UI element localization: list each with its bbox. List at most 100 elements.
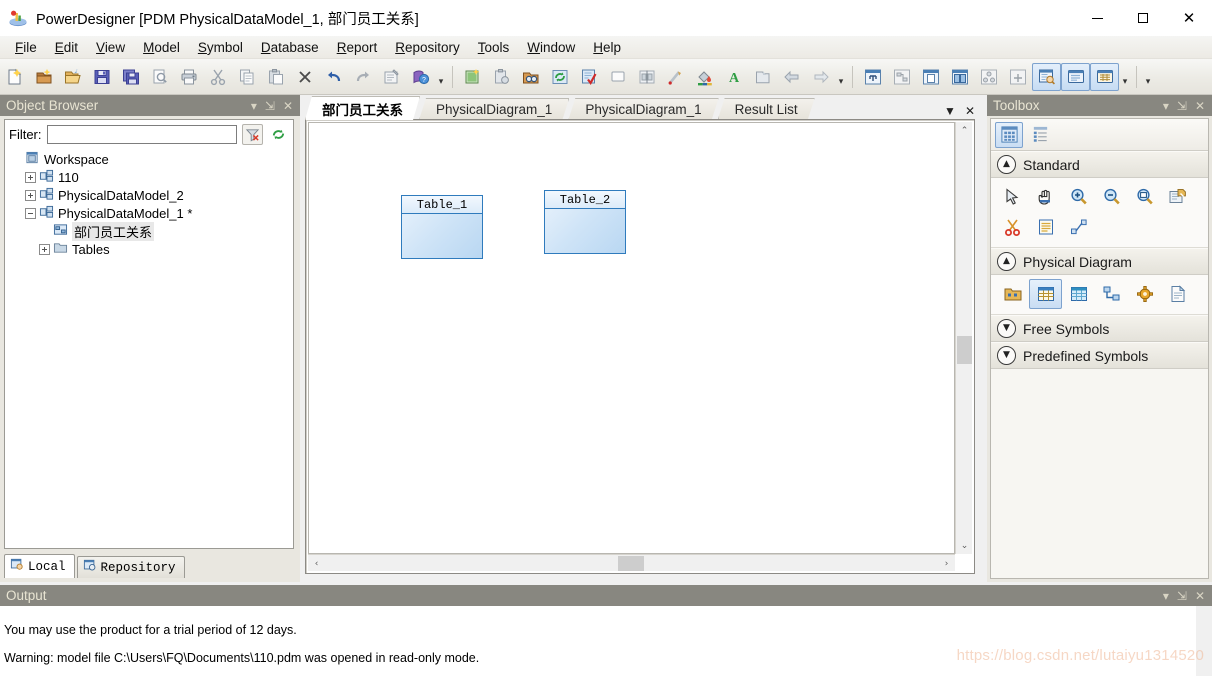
canvas-vertical-scrollbar[interactable]: ⌃ ⌄ xyxy=(955,122,972,554)
note-icon[interactable] xyxy=(1029,212,1062,242)
close-icon[interactable]: ✕ xyxy=(1195,590,1205,602)
paste-icon[interactable] xyxy=(261,63,290,91)
document-tab-0[interactable]: 部门员工关系 xyxy=(305,96,420,120)
table-symbol-1[interactable]: Table_1 xyxy=(401,195,483,259)
filter-input[interactable] xyxy=(46,125,237,144)
tree-item-workspace[interactable]: Workspace xyxy=(11,150,293,168)
delete-scissors-icon[interactable] xyxy=(996,212,1029,242)
list-view-icon[interactable] xyxy=(1026,122,1054,148)
scroll-right-arrow-icon[interactable]: › xyxy=(938,555,955,572)
output-log[interactable]: You may use the product for a trial peri… xyxy=(0,606,1212,672)
check-model-icon[interactable] xyxy=(574,63,603,91)
browser-tab-repository[interactable]: Repository xyxy=(76,556,185,578)
table-symbol-2[interactable]: Table_2 xyxy=(544,190,626,254)
fill-color-icon[interactable] xyxy=(690,63,719,91)
zoom-in-icon[interactable] xyxy=(1062,182,1095,212)
tab-close-icon[interactable]: ✕ xyxy=(965,105,975,117)
font-color-icon[interactable]: A xyxy=(719,63,748,91)
chevron-down-icon[interactable]: ▾ xyxy=(1163,100,1169,112)
link-icon[interactable] xyxy=(1062,212,1095,242)
refresh-icon[interactable] xyxy=(545,63,574,91)
chevron-down-icon[interactable]: ▾ xyxy=(1163,590,1169,602)
tree-item-tables[interactable]: Tables xyxy=(11,240,293,258)
zoom-out-icon[interactable] xyxy=(1095,182,1128,212)
chevron-up-icon[interactable]: ▲ xyxy=(997,252,1016,271)
toolbox-section-free-symbols[interactable]: ▼ Free Symbols xyxy=(991,315,1208,342)
delete-icon[interactable] xyxy=(290,63,319,91)
expander-plus-icon[interactable] xyxy=(25,189,36,201)
expander-plus-icon[interactable] xyxy=(25,171,36,183)
toolbar-overflow-4[interactable]: ▾ xyxy=(1142,63,1154,91)
pin-icon[interactable]: ⇲ xyxy=(265,100,275,112)
line-style-icon[interactable] xyxy=(661,63,690,91)
toolbar-overflow-2[interactable]: ▾ xyxy=(835,63,847,91)
grabber-hand-icon[interactable] xyxy=(1029,182,1062,212)
tree-item-physicaldatamodel-2[interactable]: PhysicalDataModel_2 xyxy=(11,186,293,204)
chevron-down-icon[interactable]: ▼ xyxy=(997,319,1016,338)
open-package-icon[interactable] xyxy=(1161,182,1194,212)
paste-format-icon[interactable] xyxy=(487,63,516,91)
toolbar-overflow-1[interactable]: ▾ xyxy=(435,63,447,91)
maximize-button[interactable] xyxy=(1120,0,1166,36)
toolbar-overflow-3[interactable]: ▾ xyxy=(1119,63,1131,91)
grid-view-icon[interactable] xyxy=(995,121,1023,148)
view-page-icon[interactable] xyxy=(916,63,945,91)
print-preview-icon[interactable] xyxy=(145,63,174,91)
close-icon[interactable]: ✕ xyxy=(1195,100,1205,112)
tree-item-diagram[interactable]: 部门员工关系 xyxy=(11,221,293,241)
open-icon[interactable] xyxy=(58,63,87,91)
output-scrollbar[interactable] xyxy=(1196,606,1212,676)
browser-toggle-icon[interactable] xyxy=(1032,62,1061,91)
scroll-left-arrow-icon[interactable]: ‹ xyxy=(308,555,325,572)
menu-help[interactable]: Help xyxy=(584,38,630,57)
chevron-up-icon[interactable]: ▲ xyxy=(997,155,1016,174)
tab-list-dropdown-icon[interactable]: ▼ xyxy=(944,105,956,117)
help-icon[interactable]: ? xyxy=(406,63,435,91)
package-icon[interactable] xyxy=(996,279,1029,309)
align-icon[interactable] xyxy=(632,63,661,91)
undo-icon[interactable] xyxy=(319,63,348,91)
save-all-icon[interactable] xyxy=(116,63,145,91)
menu-edit[interactable]: Edit xyxy=(46,38,87,57)
close-icon[interactable]: ✕ xyxy=(283,100,293,112)
find-objects-icon[interactable] xyxy=(516,63,545,91)
document-tab-1[interactable]: PhysicalDiagram_1 xyxy=(419,98,569,120)
properties-icon[interactable] xyxy=(377,63,406,91)
new-diagram-icon[interactable] xyxy=(458,63,487,91)
menu-file[interactable]: File xyxy=(6,38,46,57)
canvas-horizontal-scrollbar[interactable]: ‹ › xyxy=(308,554,955,571)
pin-icon[interactable]: ⇲ xyxy=(1177,590,1187,602)
minimize-button[interactable] xyxy=(1074,0,1120,36)
print-icon[interactable] xyxy=(174,63,203,91)
cut-icon[interactable] xyxy=(203,63,232,91)
zoom-area-icon[interactable] xyxy=(1128,182,1161,212)
menu-view[interactable]: View xyxy=(87,38,134,57)
scroll-down-arrow-icon[interactable]: ⌄ xyxy=(956,537,973,554)
filter-clear-icon[interactable] xyxy=(242,124,263,145)
view-model-icon[interactable] xyxy=(858,63,887,91)
export-icon[interactable] xyxy=(748,63,777,91)
browser-tab-local[interactable]: Local xyxy=(4,554,75,578)
menu-report[interactable]: Report xyxy=(328,38,387,57)
vertical-scroll-thumb[interactable] xyxy=(957,336,972,364)
chevron-down-icon[interactable]: ▼ xyxy=(997,346,1016,365)
menu-symbol[interactable]: Symbol xyxy=(189,38,252,57)
toolbox-section-physical-diagram[interactable]: ▲ Physical Diagram xyxy=(991,248,1208,275)
diagram-canvas[interactable]: Table_1 Table_2 xyxy=(308,122,955,554)
save-icon[interactable] xyxy=(87,63,116,91)
pointer-icon[interactable] xyxy=(996,182,1029,212)
table-icon[interactable] xyxy=(1029,279,1062,309)
view-table-icon[interactable] xyxy=(1062,279,1095,309)
reference-icon[interactable] xyxy=(1095,279,1128,309)
scroll-up-arrow-icon[interactable]: ⌃ xyxy=(956,122,973,139)
view-dependencies-icon[interactable] xyxy=(887,63,916,91)
result-list-toggle-icon[interactable] xyxy=(1090,62,1119,91)
new-package-icon[interactable] xyxy=(29,63,58,91)
expander-plus-icon[interactable] xyxy=(39,243,50,255)
menu-tools[interactable]: Tools xyxy=(469,38,519,57)
tree-item-physicaldatamodel-1[interactable]: PhysicalDataModel_1 * xyxy=(11,204,293,222)
pin-icon[interactable]: ⇲ xyxy=(1177,100,1187,112)
chevron-down-icon[interactable]: ▾ xyxy=(251,100,257,112)
document-tab-3[interactable]: Result List xyxy=(718,98,815,120)
toolbox-section-standard[interactable]: ▲ Standard xyxy=(991,151,1208,178)
